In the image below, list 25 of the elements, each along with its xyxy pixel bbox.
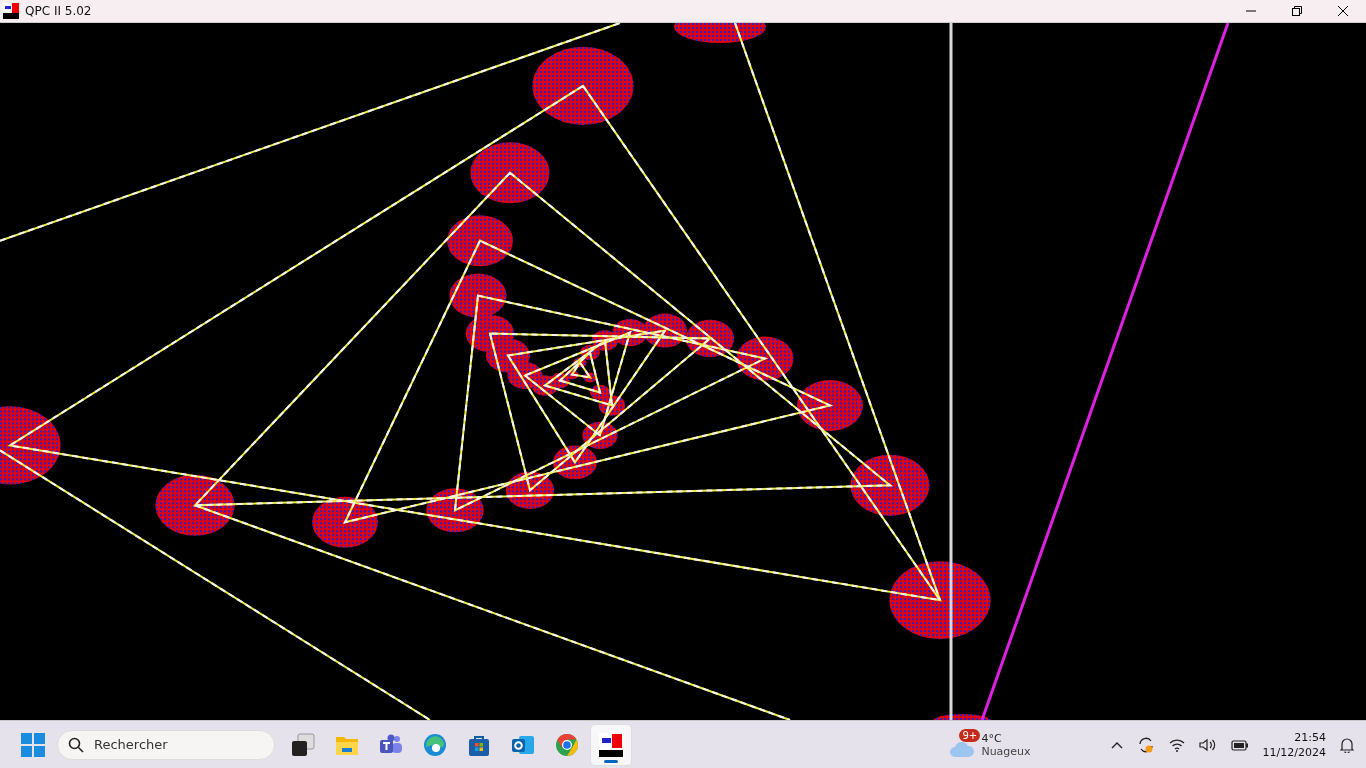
- close-icon: [1338, 6, 1348, 16]
- search-field[interactable]: Rechercher: [57, 729, 275, 760]
- app-icon: [3, 3, 19, 19]
- app-icon: [599, 732, 623, 757]
- bell-icon[interactable]: [1340, 736, 1354, 753]
- cloud-icon: [949, 739, 976, 758]
- search-icon: [68, 736, 84, 753]
- speaker-icon[interactable]: [1198, 737, 1217, 752]
- wifi-icon[interactable]: [1168, 737, 1185, 752]
- time: 21:54: [1294, 729, 1326, 745]
- windows-start-icon[interactable]: [21, 732, 45, 757]
- notification-count: 9+: [959, 728, 981, 742]
- date: 11/12/2024: [1262, 744, 1326, 760]
- weather-condition: Nuageux: [981, 744, 1031, 758]
- overlapping-squares-icon: [291, 732, 315, 757]
- chevron-up-icon[interactable]: [1110, 740, 1123, 749]
- restore-icon: [1292, 6, 1302, 16]
- wave-circle-icon: [423, 732, 447, 757]
- taskbar-app[interactable]: [591, 724, 631, 765]
- temperature: 4°C: [981, 731, 1003, 745]
- chrome-ball-icon: [555, 732, 579, 757]
- window-title: QPC II 5.02: [25, 4, 92, 18]
- sync-icon[interactable]: [1136, 735, 1155, 754]
- battery-icon[interactable]: [1230, 738, 1249, 751]
- clock[interactable]: 21:54 11/12/2024: [1262, 729, 1326, 760]
